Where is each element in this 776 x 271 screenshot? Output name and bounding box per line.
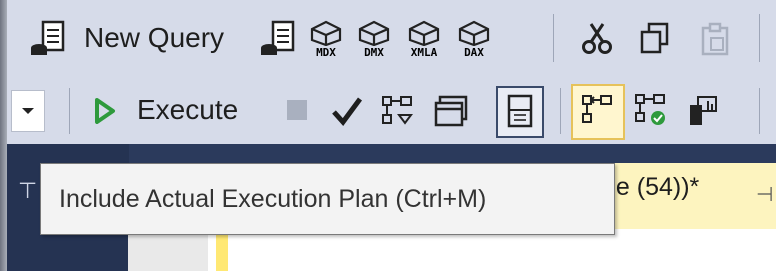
- xmla-label: XMLA: [410, 45, 438, 59]
- live-query-statistics-icon[interactable]: [631, 90, 671, 130]
- ssms-window: New Query MDX DMX XMLA DAX Execute ⊤ pe …: [0, 0, 776, 271]
- copy-icon[interactable]: [635, 18, 675, 58]
- mdx-label: MDX: [316, 45, 336, 59]
- toolbar-separator: [759, 14, 760, 62]
- query-file-icon[interactable]: [259, 18, 299, 58]
- paste-icon: [695, 18, 735, 58]
- toolbar-separator: [759, 88, 760, 134]
- tab-title: pe (54))*: [602, 173, 700, 201]
- execute-icon[interactable]: [91, 96, 119, 126]
- toolbar-separator: [560, 88, 561, 134]
- cut-icon[interactable]: [577, 18, 617, 58]
- new-query-button[interactable]: New Query: [84, 22, 224, 54]
- toolbar-separator: [553, 14, 554, 62]
- tooltip-text: Include Actual Execution Plan (Ctrl+M): [59, 184, 487, 213]
- window-edge: [0, 0, 7, 271]
- editor-gutter: [128, 229, 208, 271]
- parse-checkmark-icon[interactable]: [327, 92, 367, 130]
- actual-execution-plan-icon: [577, 90, 617, 130]
- toolbar-separator: [69, 88, 70, 134]
- mdx-query-icon[interactable]: MDX: [305, 16, 347, 62]
- standard-toolbar: New Query MDX DMX XMLA DAX: [7, 0, 776, 76]
- dmx-label: DMX: [364, 45, 384, 59]
- dax-label: DAX: [464, 45, 484, 59]
- database-dropdown[interactable]: [11, 90, 45, 132]
- grid-results-icon: [500, 90, 540, 132]
- change-indicator-bar: [216, 229, 228, 271]
- dmx-query-icon[interactable]: DMX: [353, 16, 395, 62]
- tooltip: Include Actual Execution Plan (Ctrl+M): [40, 163, 615, 235]
- execute-button[interactable]: Execute: [137, 94, 238, 126]
- sql-editor-toolbar: Execute: [7, 76, 776, 144]
- chevron-down-icon: [22, 108, 34, 114]
- new-query-icon[interactable]: [29, 18, 69, 58]
- dax-query-icon[interactable]: DAX: [453, 16, 495, 62]
- pin-icon[interactable]: ⊤: [18, 178, 37, 204]
- tab-pin-icon[interactable]: ⊣: [756, 182, 773, 207]
- xmla-query-icon[interactable]: XMLA: [401, 16, 447, 62]
- display-estimated-plan-icon[interactable]: [377, 92, 417, 130]
- cancel-query-icon: [287, 100, 307, 120]
- client-statistics-icon[interactable]: [683, 90, 723, 130]
- query-options-icon[interactable]: [431, 92, 471, 130]
